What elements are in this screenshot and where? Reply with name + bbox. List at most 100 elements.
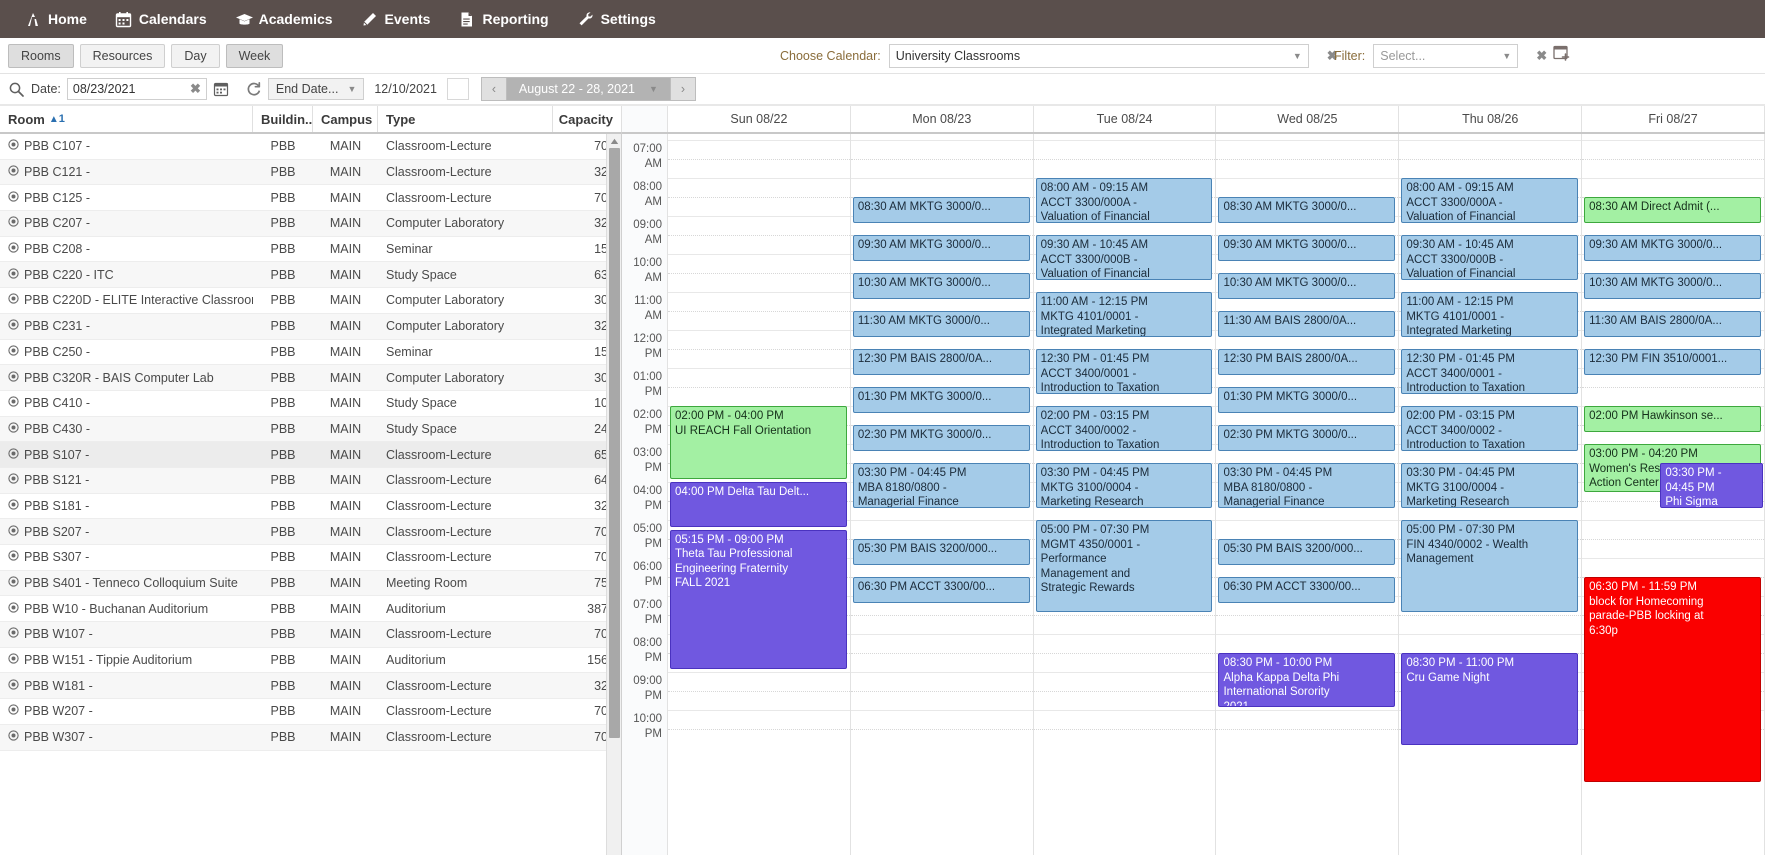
filter-select[interactable]: Select... ▼	[1373, 44, 1519, 68]
calendar-event[interactable]: 03:30 PM - 04:45 PM MBA 8180/0800 - Manage…	[852, 463, 1030, 508]
end-date-dropdown[interactable]: End Date... ▼	[267, 78, 365, 100]
calendar-event[interactable]: 06:30 PM - 11:59 PM block for Homecoming p…	[1584, 577, 1761, 783]
calendar-event[interactable]: 12:30 PM - 01:45 PM ACCT 3400/0001 - Intro…	[1035, 349, 1213, 394]
room-select-radio-icon[interactable]	[8, 345, 19, 359]
date-input[interactable]: 08/23/2021 ✖	[66, 78, 207, 100]
chevron-down-icon[interactable]: ▼	[1293, 51, 1302, 61]
calendar-event[interactable]: 12:30 PM BAIS 2800/0A...	[852, 349, 1030, 375]
table-row[interactable]: PBB C125 - PBB MAIN Classroom-Lecture 70	[0, 185, 621, 212]
tab-rooms[interactable]: Rooms	[8, 43, 74, 68]
calendar-event[interactable]: 09:30 AM MKTG 3000/0...	[1218, 235, 1396, 261]
room-select-radio-icon[interactable]	[8, 679, 19, 693]
table-row[interactable]: PBB C430 - PBB MAIN Study Space 24	[0, 416, 621, 443]
rooms-grid-scrollbar[interactable]	[606, 134, 621, 855]
table-row[interactable]: PBB W207 - PBB MAIN Classroom-Lecture 70	[0, 699, 621, 725]
table-row[interactable]: PBB C121 - PBB MAIN Classroom-Lecture 32	[0, 159, 621, 186]
room-select-radio-icon[interactable]	[8, 319, 19, 333]
table-row[interactable]: PBB C250 - PBB MAIN Seminar 15	[0, 340, 621, 366]
calendar-event[interactable]: 01:30 PM MKTG 3000/0...	[852, 387, 1030, 413]
room-select-radio-icon[interactable]	[8, 422, 19, 436]
prev-week-button[interactable]: ‹	[480, 77, 507, 101]
room-select-radio-icon[interactable]	[8, 370, 19, 385]
calendar-event[interactable]: 05:00 PM - 07:30 PM FIN 4340/0002 - Wealt…	[1401, 520, 1579, 612]
calendar-event[interactable]: 08:30 PM - 10:00 PM Alpha Kappa Delta Phi…	[1218, 653, 1396, 707]
week-range-selector[interactable]: August 22 - 28, 2021 ▼	[506, 77, 670, 101]
column-header-campus[interactable]: Campus	[313, 106, 378, 132]
calendar-event[interactable]: 03:30 PM - 04:45 PM Phi Sigma	[1660, 463, 1763, 508]
table-row[interactable]: PBB C231 - PBB MAIN Computer Laboratory 32	[0, 313, 621, 340]
column-header-room[interactable]: Room ▲ 1	[0, 106, 253, 132]
table-row[interactable]: PBB S181 - PBB MAIN Classroom-Lecture 32	[0, 494, 621, 520]
calendar-event[interactable]: 05:30 PM BAIS 3200/000...	[1218, 539, 1396, 565]
table-row[interactable]: PBB S207 - PBB MAIN Classroom-Lecture 70	[0, 519, 621, 545]
table-row[interactable]: PBB S121 - PBB MAIN Classroom-Lecture 64	[0, 467, 621, 494]
chevron-down-icon[interactable]: ▼	[1502, 51, 1511, 61]
room-select-radio-icon[interactable]	[8, 602, 19, 616]
calendar-event[interactable]: 03:30 PM - 04:45 PM MKTG 3100/0004 - Marke…	[1401, 463, 1579, 508]
table-row[interactable]: PBB W307 - PBB MAIN Classroom-Lecture 70	[0, 724, 621, 751]
table-row[interactable]: PBB C320R - BAIS Computer Lab PBB MAIN Comp…	[0, 365, 621, 391]
calendar-event[interactable]: 08:30 AM Direct Admit (...	[1584, 197, 1761, 223]
column-header-building[interactable]: Buildin...	[253, 106, 313, 132]
column-header-type[interactable]: Type	[378, 106, 553, 132]
nav-item-calendars[interactable]: Calendars	[101, 0, 221, 38]
calendar-event[interactable]: 11:30 AM MKTG 3000/0...	[852, 311, 1030, 337]
calendar-event[interactable]: 04:00 PM Delta Tau Delt...	[670, 482, 847, 527]
filter-clear-icon[interactable]: ✖	[1536, 48, 1547, 64]
calendar-event[interactable]: 10:30 AM MKTG 3000/0...	[1218, 273, 1396, 299]
calendar-event[interactable]: 02:30 PM MKTG 3000/0...	[852, 425, 1030, 451]
day-column-thu[interactable]: 08:00 AM - 09:15 AM ACCT 3300/000A - Valua…	[1399, 134, 1583, 855]
room-select-radio-icon[interactable]	[8, 191, 19, 205]
calendar-event[interactable]: 09:30 AM - 10:45 AM ACCT 3300/000B - Valua…	[1035, 235, 1213, 280]
add-calendar-icon[interactable]	[1552, 43, 1572, 66]
day-column-fri[interactable]: 08:30 AM Direct Admit (... 09:30 AM MKTG …	[1582, 134, 1765, 855]
table-row[interactable]: PBB S401 - Tenneco Colloquium Suite PBB MA…	[0, 570, 621, 597]
table-row[interactable]: PBB W151 - Tippie Auditorium PBB MAIN Audit…	[0, 648, 621, 674]
calendar-event[interactable]: 09:30 AM - 10:45 AM ACCT 3300/000B - Valua…	[1401, 235, 1579, 280]
calendar-event[interactable]: 06:30 PM ACCT 3300/00...	[1218, 577, 1396, 603]
calendar-event[interactable]: 11:00 AM - 12:15 PM MKTG 4101/0001 - Integ…	[1035, 292, 1213, 337]
room-select-radio-icon[interactable]	[8, 473, 19, 487]
calendar-event[interactable]: 09:30 AM MKTG 3000/0...	[852, 235, 1030, 261]
tab-day[interactable]: Day	[171, 43, 220, 68]
date-clear-icon[interactable]: ✖	[190, 81, 201, 97]
tab-resources[interactable]: Resources	[79, 43, 166, 68]
table-row[interactable]: PBB C220D - ELITE Interactive Classroom P…	[0, 288, 621, 314]
nav-item-home[interactable]: Home	[10, 0, 101, 38]
table-row[interactable]: PBB C410 - PBB MAIN Study Space 10	[0, 391, 621, 417]
room-select-radio-icon[interactable]	[8, 550, 19, 564]
calendar-event[interactable]: 05:00 PM - 07:30 PM MGMT 4350/0001 - Perfo…	[1035, 520, 1213, 612]
room-select-radio-icon[interactable]	[8, 242, 19, 256]
table-row[interactable]: PBB W10 - Buchanan Auditorium PBB MAIN Audi…	[0, 596, 621, 623]
room-select-radio-icon[interactable]	[8, 216, 19, 230]
table-row[interactable]: PBB C208 - PBB MAIN Seminar 15	[0, 237, 621, 263]
calendar-event[interactable]: 02:00 PM Hawkinson se...	[1584, 406, 1761, 432]
table-row[interactable]: PBB C220 - ITC PBB MAIN Study Space 63	[0, 262, 621, 289]
table-row[interactable]: PBB S307 - PBB MAIN Classroom-Lecture 70	[0, 545, 621, 571]
table-row[interactable]: PBB W181 - PBB MAIN Classroom-Lecture 32	[0, 673, 621, 700]
calendar-event[interactable]: 06:30 PM ACCT 3300/00...	[852, 577, 1030, 603]
nav-item-academics[interactable]: Academics	[221, 0, 347, 38]
room-select-radio-icon[interactable]	[8, 499, 19, 513]
calendar-event[interactable]: 02:30 PM MKTG 3000/0...	[1218, 425, 1396, 451]
calendar-event[interactable]: 12:30 PM - 01:45 PM ACCT 3400/0001 - Intro…	[1401, 349, 1579, 394]
calendar-event[interactable]: 02:00 PM - 03:15 PM ACCT 3400/0002 - Intro…	[1035, 406, 1213, 451]
next-week-button[interactable]: ›	[669, 77, 696, 101]
day-column-sun[interactable]: 02:00 PM - 04:00 PM UI REACH Fall Orienta…	[668, 134, 851, 855]
room-select-radio-icon[interactable]	[8, 653, 19, 667]
room-select-radio-icon[interactable]	[8, 730, 19, 744]
calendar-event[interactable]: 08:30 AM MKTG 3000/0...	[852, 197, 1030, 223]
calendar-event[interactable]: 05:15 PM - 09:00 PM Theta Tau Professiona…	[670, 529, 847, 669]
nav-item-reporting[interactable]: Reporting	[444, 0, 562, 38]
room-select-radio-icon[interactable]	[8, 576, 19, 590]
calendar-event[interactable]: 03:30 PM - 04:45 PM MKTG 3100/0004 - Marke…	[1035, 463, 1213, 508]
search-icon[interactable]	[8, 81, 25, 98]
room-select-radio-icon[interactable]	[8, 139, 19, 153]
calendar-event[interactable]: 11:30 AM BAIS 2800/0A...	[1218, 311, 1396, 337]
choose-calendar-select[interactable]: University Classrooms ▼	[888, 44, 1309, 68]
tab-week[interactable]: Week	[225, 43, 284, 68]
room-select-radio-icon[interactable]	[8, 293, 19, 307]
room-select-radio-icon[interactable]	[8, 447, 19, 462]
room-select-radio-icon[interactable]	[8, 396, 19, 410]
table-row[interactable]: PBB C107 - PBB MAIN Classroom-Lecture 70	[0, 134, 621, 160]
